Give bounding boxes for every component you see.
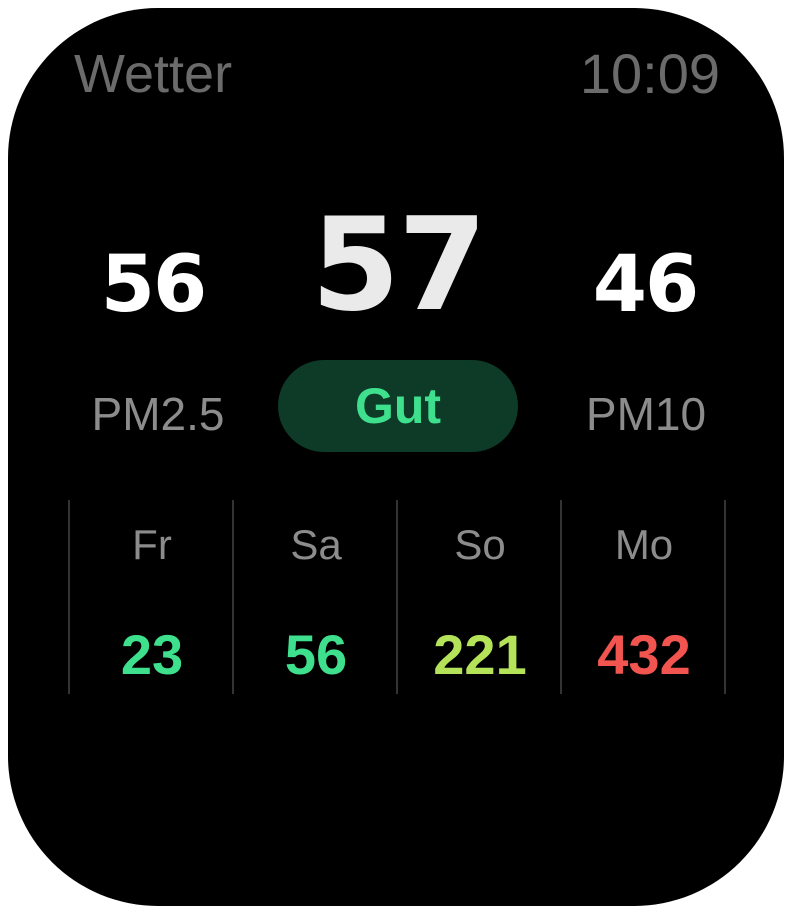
forecast-day-so: So 221 [398, 500, 562, 694]
app-title: Wetter [74, 44, 233, 104]
forecast-day-fr: Fr 23 [70, 500, 234, 694]
forecast-day-value: 432 [597, 623, 691, 686]
forecast-day-value: 221 [433, 623, 527, 686]
forecast-day-label: Sa [290, 521, 342, 568]
pm25-label: PM2.5 [91, 388, 225, 440]
clock-time: 10:09 [579, 42, 720, 105]
forecast-day-value: 23 [120, 623, 184, 686]
pm10-label: PM10 [585, 388, 707, 440]
watch-screen: Wetter 10:09 56 57 46 PM2.5 Gut PM10 Fr … [8, 8, 784, 906]
forecast-day-mo: Mo 432 [562, 500, 726, 694]
forecast-day-label: So [454, 521, 506, 568]
forecast-day-value: 56 [284, 623, 348, 686]
forecast-day-label: Fr [132, 521, 172, 568]
forecast-row: Fr 23 Sa 56 So 221 Mo 432 [68, 500, 728, 694]
forecast-day-sa: Sa 56 [234, 500, 398, 694]
air-quality-status-text: Gut [354, 378, 442, 434]
pm25-value: 56 [100, 240, 208, 330]
forecast-divider [724, 500, 726, 694]
pm10-value: 46 [592, 240, 700, 330]
aqi-main-value: 57 [310, 191, 487, 340]
air-quality-status-badge: Gut [278, 360, 518, 452]
forecast-day-label: Mo [614, 521, 674, 568]
